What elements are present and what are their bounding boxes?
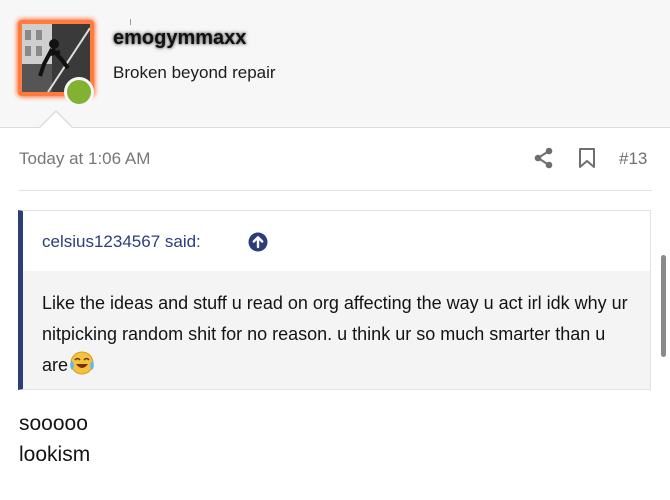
online-status-indicator bbox=[64, 77, 94, 107]
quote-text-container: Like the ideas and stuff u read on org a… bbox=[42, 288, 632, 385]
quote-body: Like the ideas and stuff u read on org a… bbox=[23, 271, 650, 389]
share-icon[interactable] bbox=[534, 147, 554, 169]
crying-laughing-emoji-icon bbox=[69, 351, 95, 385]
reply-message: sooooo lookism bbox=[19, 408, 90, 470]
quote-author[interactable]: celsius1234567 said: bbox=[42, 232, 201, 252]
divider-tick bbox=[130, 19, 131, 25]
quote-text: Like the ideas and stuff u read on org a… bbox=[42, 293, 628, 375]
bookmark-icon[interactable] bbox=[578, 147, 596, 169]
header-caret-fill bbox=[39, 112, 73, 129]
user-title: Broken beyond repair bbox=[113, 63, 276, 82]
reply-line: lookism bbox=[19, 443, 91, 466]
post-meta-bar: Today at 1:06 AM #13 bbox=[18, 128, 652, 191]
scrollbar[interactable] bbox=[661, 255, 666, 357]
avatar-container[interactable] bbox=[18, 20, 94, 107]
post-timestamp[interactable]: Today at 1:06 AM bbox=[19, 149, 150, 169]
arrow-up-circle-icon[interactable] bbox=[248, 232, 268, 252]
reply-line: sooooo bbox=[19, 412, 88, 435]
quote-block: celsius1234567 said: Like the ideas and … bbox=[18, 210, 651, 390]
quote-header: celsius1234567 said: bbox=[23, 211, 650, 271]
post-number[interactable]: #13 bbox=[619, 149, 647, 169]
username[interactable]: emogymmaxx bbox=[113, 27, 246, 50]
user-header: emogymmaxx Broken beyond repair bbox=[0, 0, 670, 128]
